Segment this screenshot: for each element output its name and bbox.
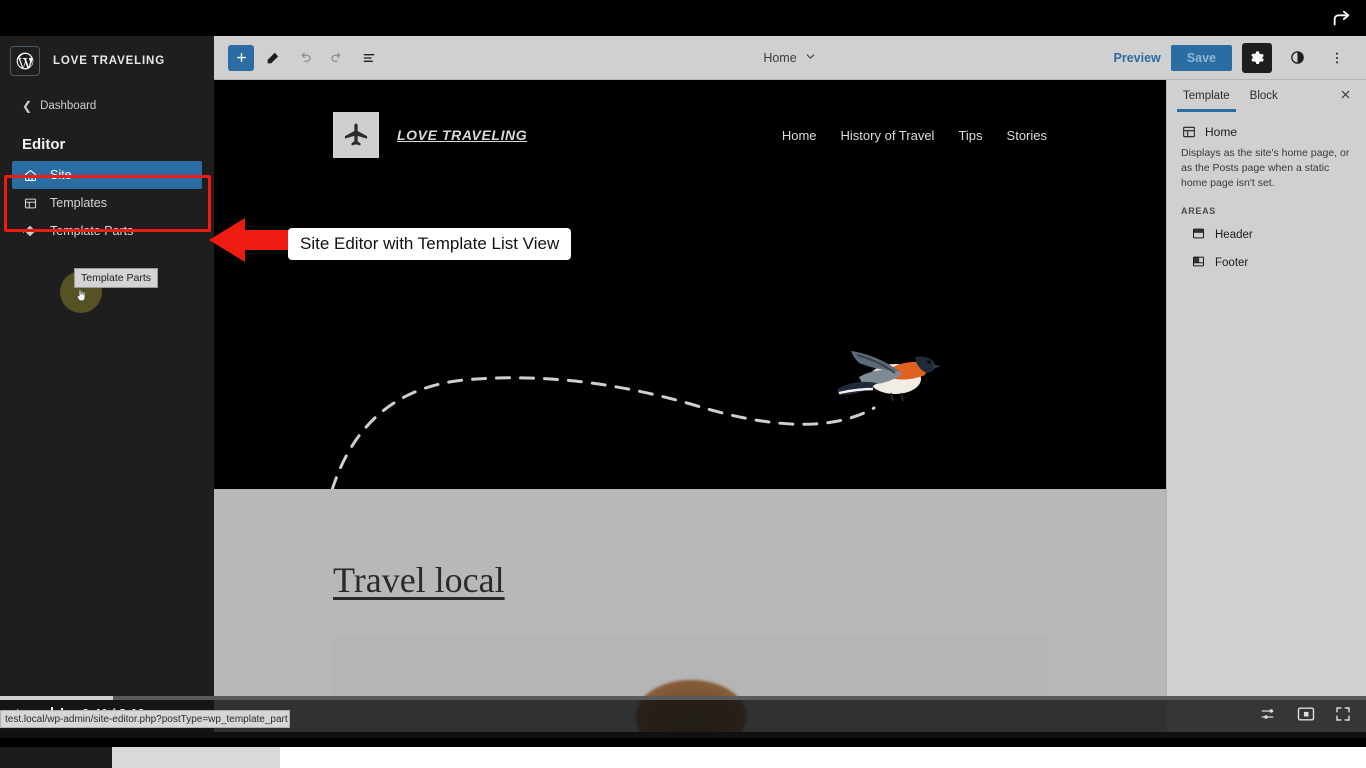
- airplane-icon: [333, 112, 379, 158]
- area-item-header[interactable]: Header: [1181, 226, 1352, 244]
- sliders-icon[interactable]: [1260, 705, 1278, 728]
- layout-icon: [22, 195, 38, 211]
- settings-panel: Template Block: [1166, 80, 1366, 732]
- panel-tab-bar: Template Block: [1167, 80, 1366, 112]
- template-summary-row: Home: [1181, 124, 1352, 140]
- site-title[interactable]: LOVE TRAVELING: [397, 127, 527, 143]
- document-title-label: Home: [763, 51, 796, 65]
- sidebar-nav-list: Site Templates: [0, 161, 214, 245]
- nav-item-home[interactable]: Home: [782, 128, 817, 143]
- video-right-controls: [1260, 704, 1352, 729]
- area-label: Footer: [1215, 257, 1248, 269]
- close-icon[interactable]: [1339, 88, 1360, 104]
- share-arrow-icon[interactable]: [1330, 8, 1354, 30]
- sidebar-item-templates[interactable]: Templates: [12, 189, 202, 217]
- contrast-circle-icon[interactable]: [1282, 43, 1312, 73]
- sidebar-item-label: Site: [50, 168, 72, 182]
- nav-item-tips[interactable]: Tips: [958, 128, 982, 143]
- sidebar-dashboard-label: Dashboard: [40, 100, 96, 112]
- layout-icon: [1181, 124, 1197, 140]
- sidebar-item-site[interactable]: Site: [12, 161, 202, 189]
- kebab-menu-icon[interactable]: [1322, 43, 1352, 73]
- annotation-callout: Site Editor with Template List View: [288, 228, 571, 260]
- footer-layout-icon: [1191, 254, 1206, 272]
- area-item-footer[interactable]: Footer: [1181, 254, 1352, 272]
- dashed-flight-path: [214, 230, 1166, 489]
- pointer-hand-icon: [74, 288, 88, 307]
- picture-in-picture-icon[interactable]: [1296, 704, 1316, 729]
- tab-template-label: Template: [1183, 90, 1230, 102]
- flying-bird-graphic: [829, 335, 949, 415]
- panel-content: Home Displays as the site's home page, o…: [1167, 112, 1366, 272]
- pencil-icon[interactable]: [260, 45, 286, 71]
- nav-item-stories[interactable]: Stories: [1007, 128, 1047, 143]
- list-view-icon[interactable]: [356, 45, 382, 71]
- header-layout-icon: [1191, 226, 1206, 244]
- home-icon: [22, 167, 38, 183]
- sidebar-dashboard-link[interactable]: ❮ Dashboard: [22, 100, 214, 112]
- chevron-down-icon: [804, 50, 817, 66]
- screen-root: LOVE TRAVELING ❮ Dashboard Editor Site: [0, 0, 1366, 768]
- diamond-icon: [22, 223, 38, 239]
- tab-template[interactable]: Template: [1173, 80, 1240, 112]
- gear-icon[interactable]: [1242, 43, 1272, 73]
- plus-icon[interactable]: [228, 45, 254, 71]
- sidebar-item-label: Template Parts: [50, 224, 133, 238]
- tab-block-label: Block: [1250, 90, 1278, 102]
- template-name: Home: [1205, 125, 1237, 139]
- tab-block[interactable]: Block: [1240, 80, 1288, 112]
- areas-section-label: AREAS: [1181, 206, 1352, 216]
- sidebar-brand[interactable]: LOVE TRAVELING: [0, 36, 214, 86]
- area-label: Header: [1215, 229, 1253, 241]
- undo-arrow-icon[interactable]: [292, 45, 318, 71]
- wordpress-site-editor: LOVE TRAVELING ❮ Dashboard Editor Site: [0, 36, 1366, 732]
- below-segment-gray: [112, 747, 280, 768]
- browser-status-url: test.local/wp-admin/site-editor.php?post…: [0, 710, 290, 728]
- sidebar-item-label: Templates: [50, 196, 107, 210]
- sidebar-item-template-parts[interactable]: Template Parts: [12, 217, 202, 245]
- document-title-dropdown[interactable]: Home: [700, 50, 880, 66]
- sidebar-brand-label: LOVE TRAVELING: [53, 55, 165, 67]
- page-below-video: [0, 738, 1366, 768]
- below-segment-white: [280, 747, 1366, 768]
- editor-sidebar: LOVE TRAVELING ❮ Dashboard Editor Site: [0, 36, 214, 732]
- wordpress-logo-icon: [10, 46, 40, 76]
- preview-button[interactable]: Preview: [1114, 51, 1161, 65]
- sidebar-tooltip: Template Parts: [74, 268, 158, 288]
- nav-item-history-of-travel[interactable]: History of Travel: [841, 128, 935, 143]
- site-header-block[interactable]: LOVE TRAVELING Home History of Travel Ti…: [214, 80, 1166, 190]
- editor-toolbar: Home Preview Save: [214, 36, 1366, 80]
- body-heading[interactable]: Travel local: [333, 559, 505, 601]
- site-hero-section: LOVE TRAVELING Home History of Travel Ti…: [214, 80, 1166, 489]
- chevron-left-icon: ❮: [22, 100, 32, 112]
- below-segment-dark: [0, 747, 112, 768]
- video-progress-fill: [0, 696, 113, 700]
- sidebar-heading: Editor: [22, 136, 214, 153]
- video-top-bar: [0, 0, 1366, 36]
- site-navigation[interactable]: Home History of Travel Tips Stories: [782, 128, 1047, 143]
- toolbar-right-group: Preview Save: [1114, 43, 1366, 73]
- toolbar-left-group: [214, 45, 382, 71]
- template-description: Displays as the site's home page, or as …: [1181, 146, 1352, 192]
- save-button[interactable]: Save: [1171, 45, 1232, 71]
- video-progress-bar[interactable]: [0, 696, 1366, 700]
- redo-arrow-icon[interactable]: [324, 45, 350, 71]
- site-preview-canvas[interactable]: LOVE TRAVELING Home History of Travel Ti…: [214, 80, 1166, 732]
- fullscreen-icon[interactable]: [1334, 705, 1352, 728]
